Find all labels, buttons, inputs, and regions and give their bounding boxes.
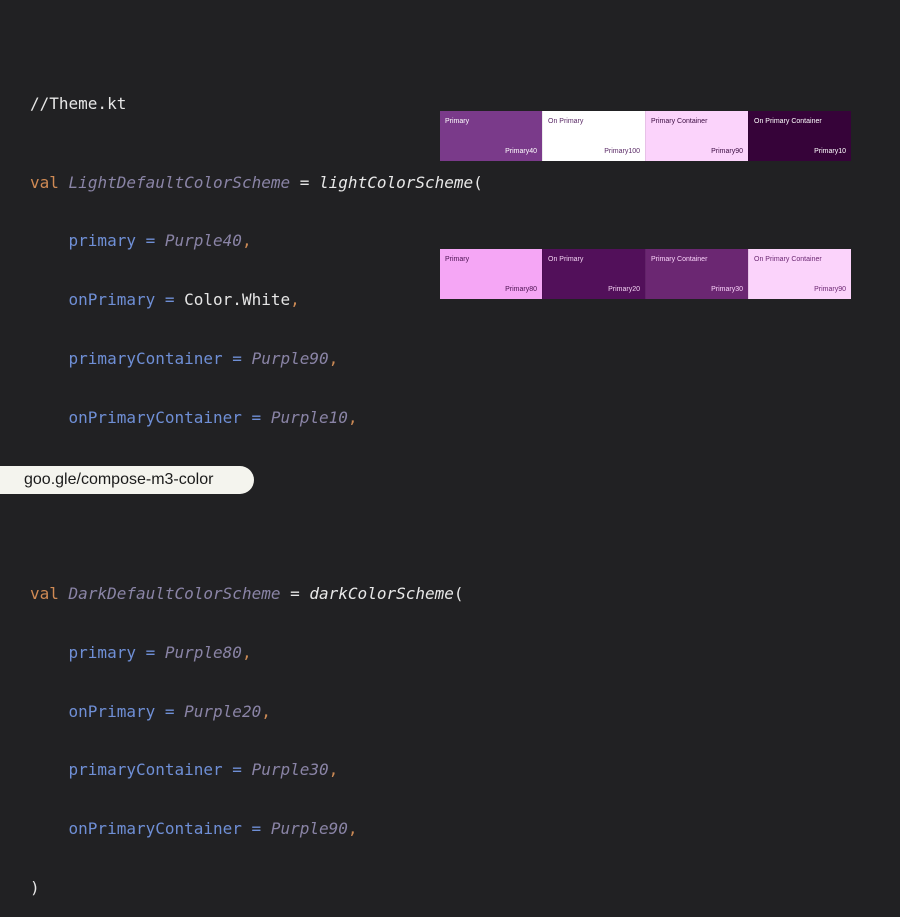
dark-scheme-name: DarkDefaultColorScheme	[68, 584, 281, 604]
property-name: onPrimaryContainer	[68, 407, 242, 427]
dark-scheme-declaration: val DarkDefaultColorScheme = darkColorSc…	[30, 584, 483, 604]
swatch-label: Primary	[445, 118, 470, 125]
swatch-tone: Primary80	[505, 286, 537, 293]
swatch-label: On Primary	[548, 118, 584, 125]
assign-op: =	[135, 231, 165, 251]
property-name: primary	[68, 231, 136, 251]
comma: ,	[241, 231, 252, 251]
property-name: primaryContainer	[68, 760, 223, 780]
assignment-line: onPrimary = Purple20,	[30, 702, 483, 722]
link-pill[interactable]: goo.gle/compose-m3-color	[0, 466, 254, 494]
property-value: Purple90	[270, 819, 348, 839]
assign-op: =	[222, 760, 252, 780]
property-value: Purple10	[270, 407, 348, 427]
swatch-primary-container: Primary Container Primary90	[645, 111, 748, 161]
comma: ,	[261, 701, 271, 721]
swatch-on-primary-container: On Primary Container Primary90	[748, 249, 851, 299]
property-value: Purple90	[251, 348, 329, 368]
comma: ,	[328, 760, 339, 780]
swatch-tone: Primary100	[604, 148, 640, 155]
swatch-tone: Primary40	[505, 148, 537, 155]
swatch-label: On Primary	[548, 256, 584, 263]
swatch-tone: Primary30	[711, 286, 743, 293]
swatch-primary-container: Primary Container Primary30	[645, 249, 748, 299]
swatch-primary: Primary Primary40	[440, 111, 542, 161]
property-value: Color.White	[184, 290, 291, 310]
dark-color-swatches: Primary Primary80 On Primary Primary20 P…	[440, 249, 851, 299]
assign-op: =	[155, 701, 185, 721]
property-name: onPrimary	[68, 701, 156, 721]
close-paren: )	[30, 877, 40, 897]
property-name: onPrimaryContainer	[68, 819, 242, 839]
assignment-line: primary = Purple40,	[30, 231, 483, 251]
swatch-tone: Primary90	[814, 286, 846, 293]
assign-op: =	[222, 348, 252, 368]
swatch-on-primary: On Primary Primary100	[542, 111, 645, 161]
keyword: val	[30, 172, 59, 192]
assignment-line: onPrimaryContainer = Purple90,	[30, 819, 483, 839]
assign-op: =	[155, 290, 185, 310]
equals-sign: =	[290, 584, 300, 604]
assign-op: =	[241, 819, 271, 839]
property-value: Purple30	[251, 760, 329, 780]
swatch-label: On Primary Container	[754, 256, 822, 263]
assignment-line: onPrimary = Color.White,	[30, 290, 483, 310]
swatch-label: Primary	[445, 256, 470, 263]
swatch-label: Primary Container	[651, 256, 708, 263]
property-name: primaryContainer	[68, 348, 223, 368]
light-scheme-function: lightColorScheme	[319, 172, 474, 192]
equals-sign: =	[299, 172, 310, 192]
comma: ,	[347, 819, 358, 839]
assign-op: =	[241, 407, 271, 427]
swatch-tone: Primary90	[711, 148, 743, 155]
light-scheme-declaration: val LightDefaultColorScheme = lightColor…	[30, 173, 483, 193]
link-text[interactable]: goo.gle/compose-m3-color	[24, 471, 213, 488]
swatch-label: On Primary Container	[754, 118, 822, 125]
assignment-line: primaryContainer = Purple90,	[30, 349, 483, 369]
property-value: Purple80	[164, 642, 242, 662]
assignment-line: primaryContainer = Purple30,	[30, 760, 483, 780]
comma: ,	[241, 642, 252, 662]
swatch-on-primary-container: On Primary Container Primary10	[748, 111, 851, 161]
swatch-primary: Primary Primary80	[440, 249, 542, 299]
swatch-tone: Primary20	[608, 286, 640, 293]
light-scheme-name: LightDefaultColorScheme	[68, 172, 291, 192]
property-value: Purple20	[184, 701, 262, 721]
comma: ,	[290, 290, 300, 310]
open-paren: (	[473, 172, 483, 192]
light-color-swatches: Primary Primary40 On Primary Primary100 …	[440, 111, 851, 161]
assignment-line: onPrimaryContainer = Purple10,	[30, 408, 483, 428]
keyword: val	[30, 584, 59, 604]
swatch-label: Primary Container	[651, 118, 708, 125]
property-name: primary	[68, 642, 136, 662]
assignment-line: primary = Purple80,	[30, 643, 483, 663]
comma: ,	[347, 407, 358, 427]
comma: ,	[328, 348, 339, 368]
code-comment: //Theme.kt	[30, 94, 127, 114]
open-paren: (	[453, 584, 464, 604]
swatch-tone: Primary10	[814, 148, 846, 155]
swatch-on-primary: On Primary Primary20	[542, 249, 645, 299]
assign-op: =	[135, 642, 165, 662]
property-value: Purple40	[164, 231, 242, 251]
dark-scheme-function: darkColorScheme	[309, 584, 454, 604]
property-name: onPrimary	[68, 290, 156, 310]
